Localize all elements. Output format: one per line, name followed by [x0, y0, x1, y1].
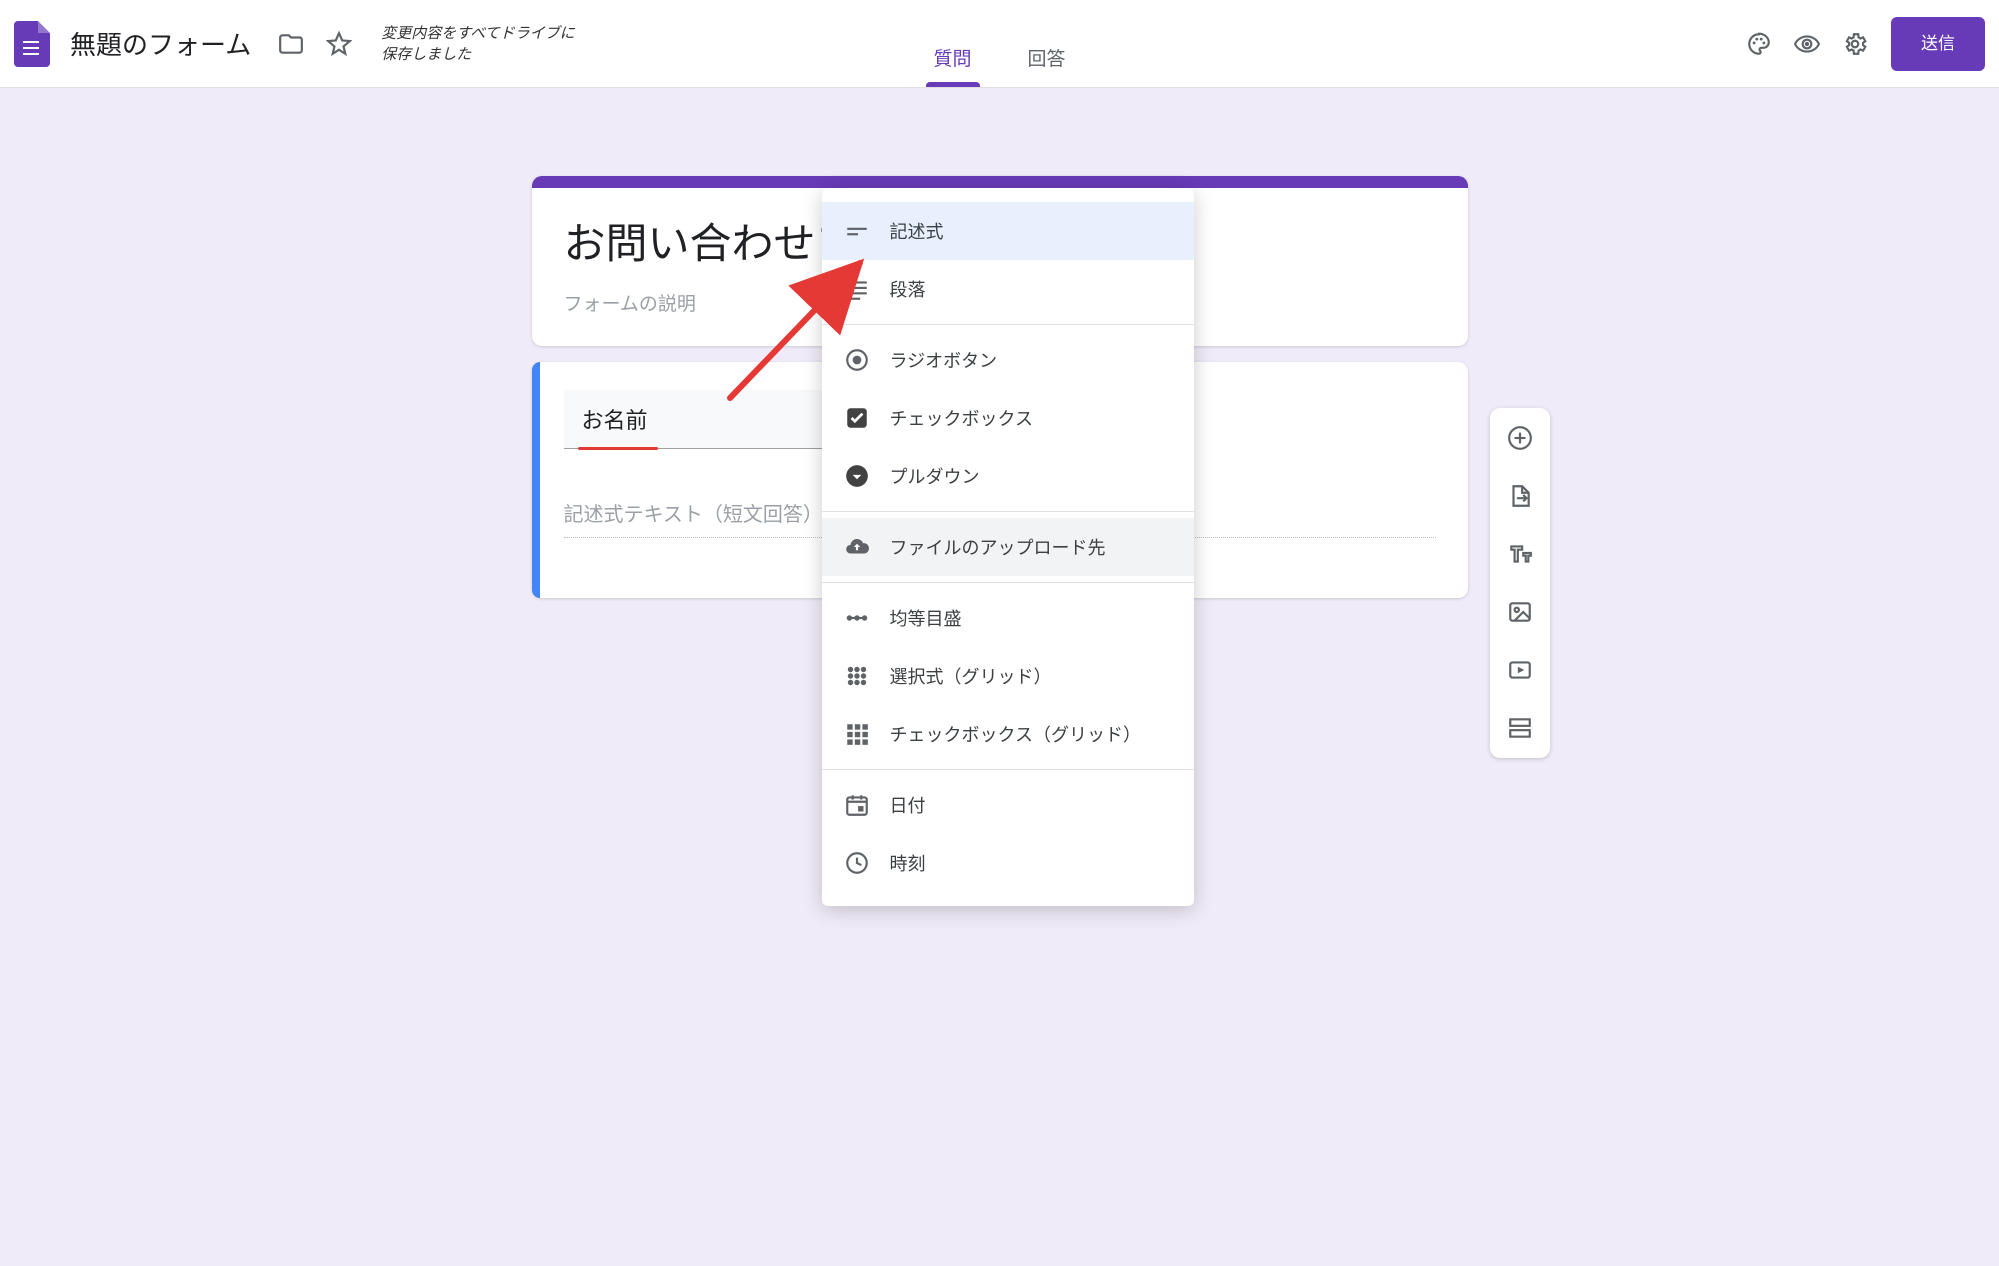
app-header: 無題のフォーム 変更内容をすべてドライブに 保存しました 送信 質問 回答: [0, 0, 1999, 88]
qtype-label: 日付: [890, 792, 926, 818]
import-questions-button[interactable]: [1500, 476, 1540, 516]
qtype-file-upload[interactable]: ファイルのアップロード先: [822, 518, 1194, 576]
menu-separator: [822, 582, 1194, 583]
qtype-dropdown[interactable]: プルダウン: [822, 447, 1194, 505]
annotation-underline: [578, 447, 658, 450]
qtype-radio[interactable]: ラジオボタン: [822, 331, 1194, 389]
send-button[interactable]: 送信: [1891, 17, 1985, 71]
qtype-label: 均等目盛: [890, 605, 962, 631]
add-image-button[interactable]: [1500, 592, 1540, 632]
qtype-short-answer[interactable]: 記述式: [822, 202, 1194, 260]
import-icon: [1507, 483, 1533, 509]
qtype-label: 記述式: [890, 218, 944, 244]
qtype-label: 選択式（グリッド）: [890, 663, 1052, 689]
menu-separator: [822, 511, 1194, 512]
cloud-upload-icon: [844, 534, 870, 560]
save-status-line1: 変更内容をすべてドライブに: [381, 25, 574, 42]
qtype-label: ラジオボタン: [890, 347, 998, 373]
add-video-button[interactable]: [1500, 650, 1540, 690]
qtype-label: 段落: [890, 276, 926, 302]
menu-separator: [822, 324, 1194, 325]
qtype-label: チェックボックス: [890, 405, 1033, 431]
qtype-paragraph[interactable]: 段落: [822, 260, 1194, 318]
dropdown-icon: [844, 463, 870, 489]
tab-responses[interactable]: 回答: [1024, 38, 1070, 87]
preview-button[interactable]: [1783, 20, 1831, 68]
add-title-button[interactable]: [1500, 534, 1540, 574]
qtype-checkbox[interactable]: チェックボックス: [822, 389, 1194, 447]
settings-button[interactable]: [1831, 20, 1879, 68]
calendar-icon: [844, 792, 870, 818]
qtype-label: プルダウン: [890, 463, 980, 489]
forms-logo-icon[interactable]: [14, 21, 50, 67]
qtype-label: チェックボックス（グリッド）: [890, 721, 1141, 747]
tab-questions[interactable]: 質問: [929, 38, 975, 87]
qtype-label: 時刻: [890, 850, 926, 876]
clock-icon: [844, 850, 870, 876]
document-title[interactable]: 無題のフォーム: [70, 25, 251, 62]
save-status-line2: 保存しました: [381, 46, 471, 63]
side-toolbar: [1490, 408, 1550, 758]
qtype-time[interactable]: 時刻: [822, 834, 1194, 892]
add-section-button[interactable]: [1500, 708, 1540, 748]
folder-icon: [278, 31, 304, 57]
section-icon: [1507, 715, 1533, 741]
video-icon: [1507, 657, 1533, 683]
save-status: 変更内容をすべてドライブに 保存しました: [381, 23, 574, 65]
linear-scale-icon: [844, 605, 870, 631]
plus-circle-icon: [1507, 425, 1533, 451]
palette-icon: [1746, 31, 1772, 57]
qtype-label: ファイルのアップロード先: [890, 534, 1106, 560]
short-answer-icon: [844, 218, 870, 244]
paragraph-icon: [844, 276, 870, 302]
star-icon: [326, 31, 352, 57]
folder-button[interactable]: [267, 20, 315, 68]
question-type-menu: 記述式 段落 ラジオボタン チェックボックス プルダウン ファイルのアップロード…: [822, 188, 1194, 906]
gear-icon: [1842, 31, 1868, 57]
qtype-date[interactable]: 日付: [822, 776, 1194, 834]
menu-separator: [822, 769, 1194, 770]
checkbox-icon: [844, 405, 870, 431]
tab-bar: 質問 回答: [929, 38, 1069, 87]
title-tt-icon: [1507, 541, 1533, 567]
qtype-grid-checkbox[interactable]: チェックボックス（グリッド）: [822, 705, 1194, 763]
theme-button[interactable]: [1735, 20, 1783, 68]
eye-icon: [1794, 31, 1820, 57]
radio-icon: [844, 347, 870, 373]
grid-checkbox-icon: [844, 721, 870, 747]
qtype-grid-multiple[interactable]: 選択式（グリッド）: [822, 647, 1194, 705]
workspace: お問い合わせフォーム フォームの説明 記述式テキスト（短文回答）: [0, 88, 1999, 598]
star-button[interactable]: [315, 20, 363, 68]
grid-radio-icon: [844, 663, 870, 689]
qtype-linear-scale[interactable]: 均等目盛: [822, 589, 1194, 647]
add-question-button[interactable]: [1500, 418, 1540, 458]
image-icon: [1507, 599, 1533, 625]
